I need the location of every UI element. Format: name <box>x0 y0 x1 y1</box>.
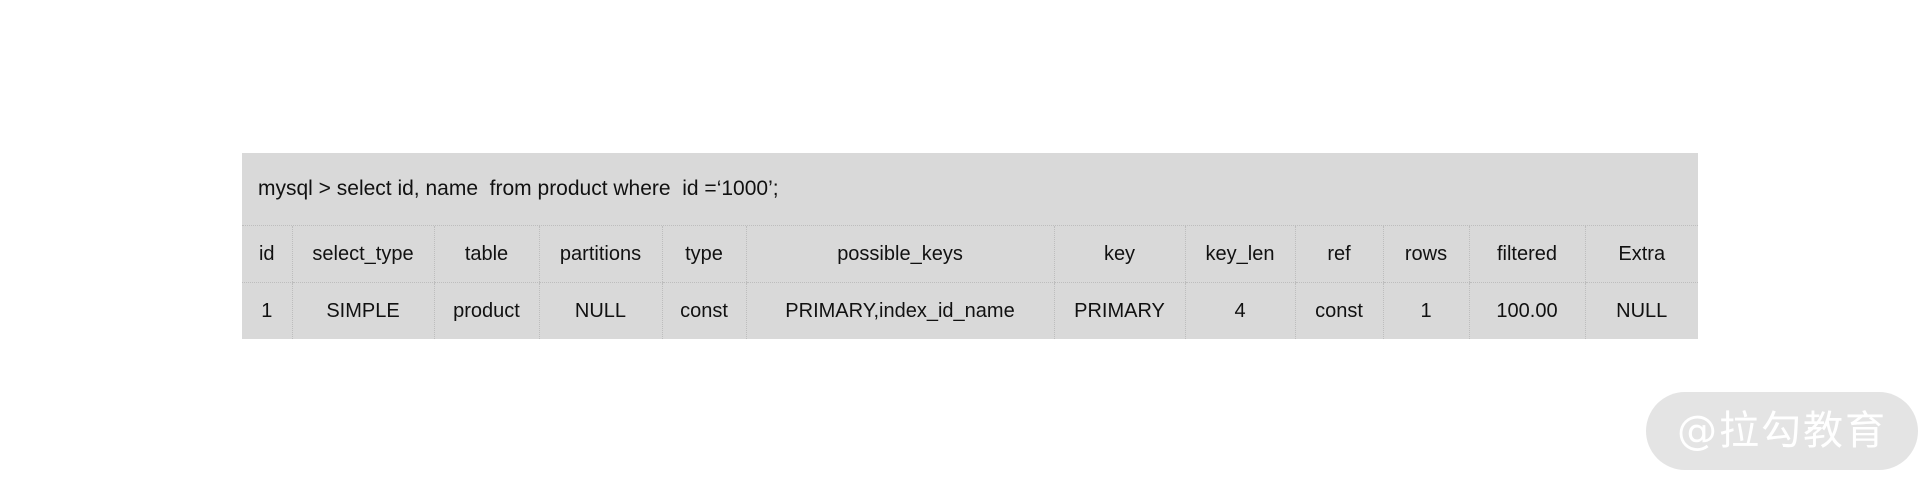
cell-extra: NULL <box>1584 282 1698 339</box>
column-header-ref: ref <box>1294 226 1383 283</box>
column-header-partitions: partitions <box>538 226 662 283</box>
query-result-panel: mysql > select id, name from product whe… <box>242 153 1698 339</box>
cell-ref: const <box>1294 282 1383 339</box>
column-header-key: key <box>1053 226 1185 283</box>
table-header-row: id select_type table partitions type pos… <box>242 226 1698 283</box>
sql-query-text: mysql > select id, name from product whe… <box>242 153 1698 226</box>
watermark-logo: @拉勾教育 <box>1646 392 1918 470</box>
column-header-extra: Extra <box>1584 226 1698 283</box>
column-header-possible-keys: possible_keys <box>745 226 1054 283</box>
column-header-rows: rows <box>1382 226 1469 283</box>
cell-type: const <box>661 282 746 339</box>
cell-rows: 1 <box>1382 282 1469 339</box>
column-header-type: type <box>661 226 746 283</box>
cell-partitions: NULL <box>538 282 662 339</box>
cell-possible-keys: PRIMARY,index_id_name <box>745 282 1054 339</box>
column-header-select-type: select_type <box>291 226 434 283</box>
cell-key-len: 4 <box>1184 282 1295 339</box>
table-row: 1 SIMPLE product NULL const PRIMARY,inde… <box>242 282 1698 339</box>
cell-filtered: 100.00 <box>1468 282 1585 339</box>
cell-key: PRIMARY <box>1053 282 1185 339</box>
cell-table: product <box>433 282 539 339</box>
cell-select-type: SIMPLE <box>291 282 434 339</box>
column-header-key-len: key_len <box>1184 226 1295 283</box>
column-header-filtered: filtered <box>1468 226 1585 283</box>
explain-result-table: id select_type table partitions type pos… <box>242 226 1698 339</box>
column-header-id: id <box>242 226 292 283</box>
column-header-table: table <box>433 226 539 283</box>
cell-id: 1 <box>261 299 273 322</box>
